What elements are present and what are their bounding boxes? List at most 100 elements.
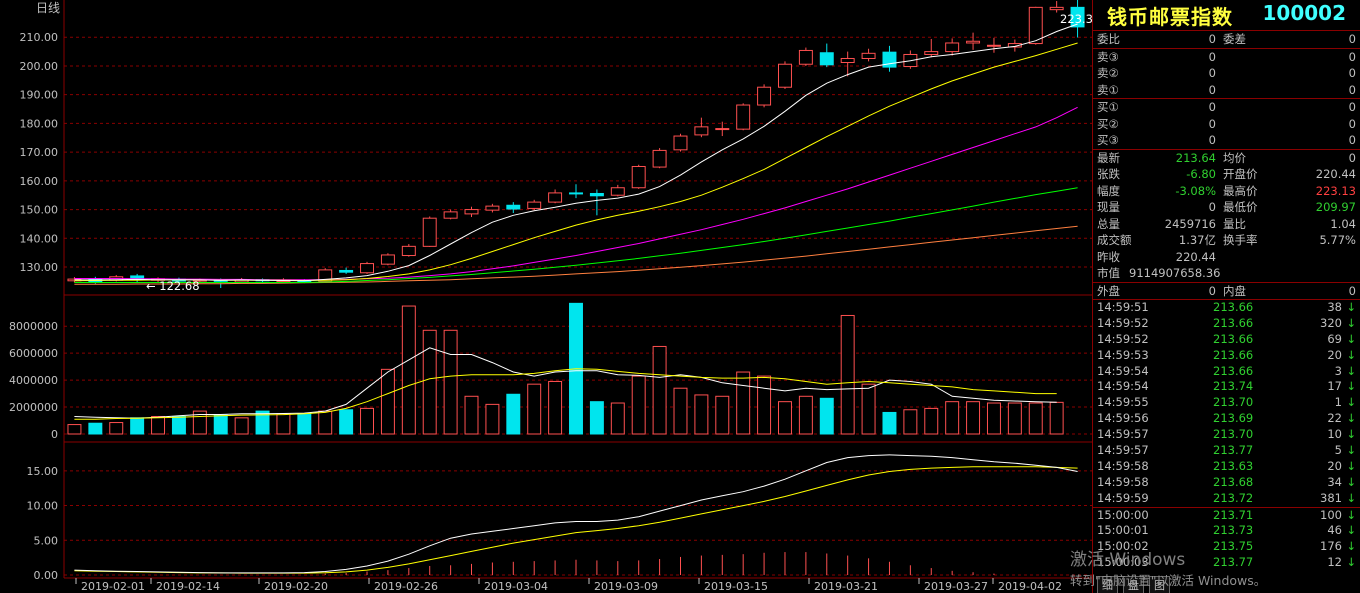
volume-bar	[339, 409, 354, 435]
tick-row: 14:59:53 213.66 20 ↓	[1093, 348, 1360, 364]
tick-price: 213.66	[1213, 300, 1254, 314]
tick-price: 213.74	[1213, 379, 1254, 394]
volume-bar	[778, 401, 792, 435]
quote-header: 钱币邮票指数 100002	[1093, 0, 1360, 31]
volume-bar	[924, 407, 939, 435]
volume-bar	[464, 395, 479, 435]
volume-tick-label: 2000000	[9, 401, 58, 414]
bid-section: 买① 0 0 买② 0 0 买③ 0 0	[1093, 99, 1360, 150]
tick-row: 14:59:52 213.66 320 ↓	[1093, 316, 1360, 332]
stat-label: 量比	[1223, 216, 1246, 231]
volume-ratio: 1.04	[1330, 216, 1356, 231]
tick-time: 14:59:53	[1097, 347, 1149, 362]
tick-row: 14:59:57 213.70 10 ↓	[1093, 427, 1360, 443]
candle-body	[966, 40, 981, 44]
volume-tick-label: 0	[51, 428, 58, 441]
price-tick-label: 130.00	[20, 261, 59, 274]
tick-time: 14:59:58	[1097, 458, 1149, 473]
candle-body	[339, 269, 354, 273]
tick-row: 14:59:54 213.74 17 ↓	[1093, 379, 1360, 395]
tick-direction-icon: ↓	[1346, 523, 1356, 538]
stat-label: 市值	[1097, 266, 1120, 280]
volume-bar	[213, 414, 228, 435]
tick-price: 213.66	[1213, 347, 1254, 362]
volume-bar	[234, 417, 249, 435]
ask-volume: 0	[1348, 82, 1356, 97]
tick-list[interactable]: 14:59:51 213.66 38 ↓ 14:59:52 213.66 320 ↓ 14:59…	[1093, 300, 1360, 571]
tick-row: 14:59:58 213.68 34 ↓	[1093, 475, 1360, 491]
volume-bar	[527, 383, 542, 435]
tick-price: 213.71	[1213, 507, 1254, 522]
tick-volume: 17	[1327, 379, 1342, 394]
outer-inner-row: 外盘 0 内盘 0	[1093, 283, 1360, 300]
price-tick-label: 210.00	[20, 31, 59, 44]
tick-time: 15:00:01	[1097, 523, 1149, 538]
tick-price: 213.66	[1213, 331, 1254, 346]
tick-price: 213.66	[1213, 363, 1254, 378]
stat-label: 张跌	[1097, 167, 1120, 181]
tick-price: 213.70	[1213, 427, 1254, 442]
tick-volume: 20	[1327, 347, 1342, 362]
price-tick-label: 180.00	[20, 117, 59, 130]
volume-bar	[130, 417, 145, 435]
price-min-label: ← 122.68	[146, 279, 200, 293]
ask-row: 卖① 0 0	[1093, 82, 1360, 99]
tick-direction-icon: ↓	[1346, 427, 1356, 442]
tick-volume: 12	[1327, 555, 1342, 570]
ask-volume: 0	[1348, 49, 1356, 64]
candle-body	[527, 201, 542, 209]
volume-bar	[819, 397, 834, 435]
stat-row: 现量 0 最低价 209.97	[1093, 199, 1360, 216]
candle-body	[715, 128, 730, 131]
stat-label: 最低价	[1223, 200, 1258, 214]
bid-row: 买① 0 0	[1093, 99, 1360, 116]
stat-row: 最新 213.64 均价 0	[1093, 150, 1360, 167]
outer-label: 外盘	[1097, 283, 1120, 298]
tick-direction-icon: ↓	[1346, 379, 1356, 394]
tick-direction-icon: ↓	[1346, 490, 1356, 505]
volume-bar	[903, 409, 918, 435]
candle-body	[736, 104, 751, 130]
volume-bar	[610, 402, 625, 435]
price-tick-label: 170.00	[20, 146, 59, 159]
stat-label: 最新	[1097, 150, 1120, 165]
tick-direction-icon: ↓	[1346, 539, 1356, 554]
ask-volume: 0	[1348, 66, 1356, 80]
tick-row: 14:59:59 213.72 381 ↓	[1093, 491, 1360, 508]
bid-label: 买②	[1097, 116, 1119, 131]
tick-time: 14:59:55	[1097, 395, 1149, 410]
x-tick-label: 2019-04-02	[998, 580, 1062, 593]
tick-row: 14:59:56 213.69 22 ↓	[1093, 411, 1360, 427]
tick-time: 14:59:59	[1097, 490, 1149, 505]
index-name: 钱币邮票指数	[1107, 5, 1233, 29]
avg-price: 0	[1348, 150, 1356, 165]
candle-body	[840, 57, 855, 64]
kline-chart[interactable]: 210.00 200.00 190.00 180.00 170.00 160.00 150.…	[0, 0, 1092, 593]
bid-row: 买③ 0 0	[1093, 132, 1360, 149]
tick-price: 213.63	[1213, 458, 1254, 473]
volume-bar	[485, 403, 500, 435]
candle-body	[1028, 6, 1043, 45]
stat-label: 换手率	[1223, 233, 1258, 247]
x-tick-label: 2019-03-21	[814, 580, 878, 593]
outer-value: 0	[1208, 283, 1216, 298]
x-tick-label: 2019-03-04	[484, 580, 548, 593]
bid-price: 0	[1208, 116, 1216, 131]
candle-body	[422, 217, 437, 247]
candle-body	[485, 205, 500, 211]
bid-price: 0	[1208, 100, 1216, 114]
ask-row: 卖③ 0 0	[1093, 49, 1360, 66]
stat-row: 张跌 -6.80 开盘价 220.44	[1093, 166, 1360, 183]
volume-bar	[694, 394, 709, 435]
weibi-label: 委比	[1097, 32, 1120, 46]
tick-volume: 46	[1327, 523, 1342, 538]
volume-bar	[673, 387, 688, 435]
tick-direction-icon: ↓	[1346, 315, 1356, 330]
tick-row: 15:00:01 213.73 46 ↓	[1093, 523, 1360, 539]
tick-direction-icon: ↓	[1346, 443, 1356, 458]
volume-ma-lines	[74, 347, 1057, 420]
x-tick-label: 2019-03-15	[704, 580, 768, 593]
stat-row: 幅度 -3.08% 最高价 223.13	[1093, 183, 1360, 200]
candle-body	[401, 245, 416, 257]
volume-bar	[966, 401, 981, 435]
